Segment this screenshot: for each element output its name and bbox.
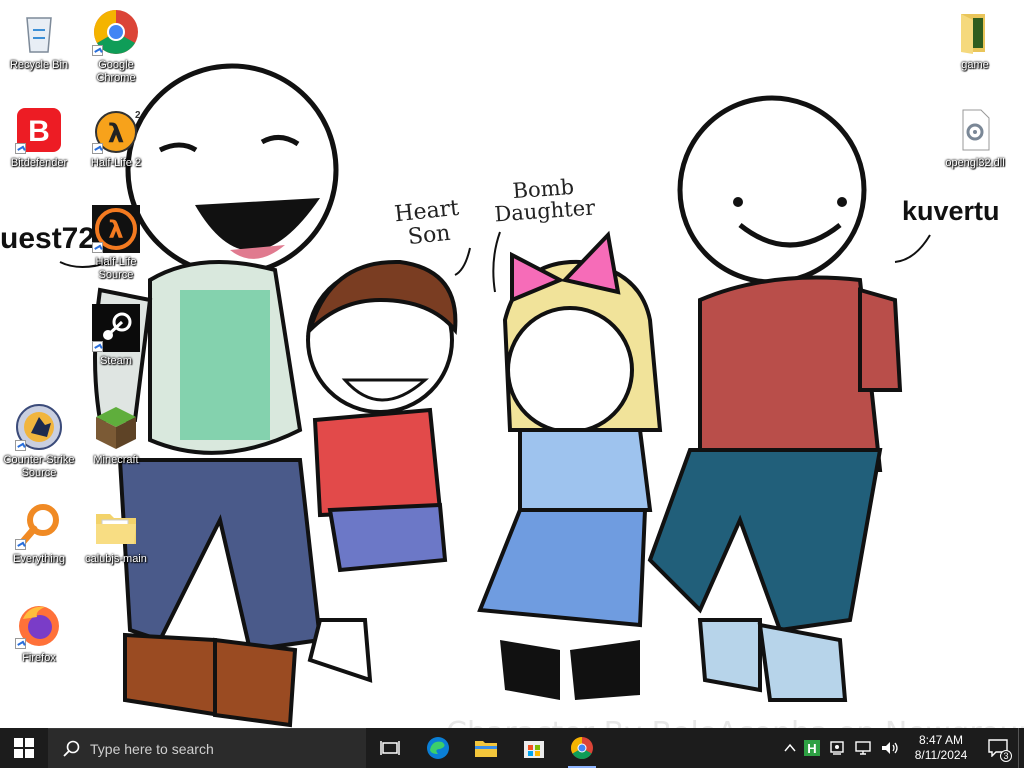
desktop-icon-label: opengl32.dll xyxy=(945,157,1005,169)
desktop-icon-game-folder[interactable]: game xyxy=(937,8,1013,72)
svg-text:λ: λ xyxy=(108,119,124,149)
action-center-button[interactable]: 3 xyxy=(978,728,1018,768)
character-bomb-daughter xyxy=(477,230,663,700)
show-desktop-button[interactable] xyxy=(1018,728,1024,768)
shortcut-arrow-icon xyxy=(15,143,26,154)
counter-strike-icon xyxy=(15,403,63,451)
shortcut-arrow-icon xyxy=(92,341,103,352)
system-tray: H 8:47 AM 8/11/2024 3 xyxy=(780,728,1024,768)
desktop-icon-opengl32-dll[interactable]: opengl32.dll xyxy=(937,106,1013,170)
network-icon xyxy=(855,741,871,755)
taskbar-chrome-button[interactable] xyxy=(558,728,606,768)
folder-icon xyxy=(92,502,140,550)
desktop-icon-label: Half-Life 2 xyxy=(90,157,142,169)
folder-icon xyxy=(951,8,999,56)
search-input[interactable] xyxy=(90,740,340,757)
steam-icon xyxy=(92,304,140,352)
start-button[interactable] xyxy=(0,728,48,768)
bitdefender-icon: B xyxy=(15,106,63,154)
shortcut-arrow-icon xyxy=(15,539,26,550)
taskbar: H 8:47 AM 8/11/2024 3 xyxy=(0,728,1024,768)
store-icon xyxy=(524,741,544,758)
taskbar-store-button[interactable] xyxy=(510,728,558,768)
clock-time: 8:47 AM xyxy=(918,733,964,747)
desktop-icon-half-life-2[interactable]: λ2 Half-Life 2 xyxy=(78,106,154,170)
wallpaper-label-bomb-daughter: Bomb Daughter xyxy=(493,174,596,227)
desktop-icon-bitdefender[interactable]: B Bitdefender xyxy=(1,106,77,170)
wallpaper-label-kuvertu: kuvertu xyxy=(902,196,1000,226)
windows-logo-icon xyxy=(14,738,34,758)
taskbar-file-explorer-button[interactable] xyxy=(462,728,510,768)
desktop-icon-everything[interactable]: Everything xyxy=(1,502,77,566)
green-h-app-icon: H xyxy=(804,740,820,756)
desktop-icon-google-chrome[interactable]: Google Chrome xyxy=(78,8,154,85)
recycle-bin-icon xyxy=(15,8,63,56)
chrome-icon xyxy=(571,737,593,759)
dll-file-icon xyxy=(951,106,999,154)
desktop-icon-steam[interactable]: Steam xyxy=(78,304,154,368)
desktop-icon-counter-strike-source[interactable]: Counter-Strike Source xyxy=(1,403,77,480)
half-life-source-icon: λ xyxy=(92,205,140,253)
shortcut-arrow-icon xyxy=(92,143,103,154)
search-icon xyxy=(63,740,80,757)
volume-button[interactable] xyxy=(876,728,904,768)
shortcut-arrow-icon xyxy=(92,242,103,253)
show-hidden-icons-button[interactable] xyxy=(780,728,800,768)
taskbar-clock[interactable]: 8:47 AM 8/11/2024 xyxy=(904,733,978,763)
taskbar-edge-button[interactable] xyxy=(414,728,462,768)
chrome-icon xyxy=(92,8,140,56)
half-life-2-icon: λ2 xyxy=(92,106,141,154)
desktop-icon-calubjs-main[interactable]: calubjs-main xyxy=(78,502,154,566)
desktop-icon-label: calubjs-main xyxy=(85,553,147,565)
desktop-icon-label: Everything xyxy=(13,553,65,565)
desktop-icon-firefox[interactable]: Firefox xyxy=(1,601,77,665)
desktop-icon-label: Recycle Bin xyxy=(9,59,69,71)
wallpaper-label-heart-son: Heart Son xyxy=(393,195,461,251)
svg-text:λ: λ xyxy=(108,216,123,244)
chevron-up-icon xyxy=(784,743,796,752)
character-heart-son xyxy=(305,259,458,683)
network-button[interactable] xyxy=(850,728,876,768)
desktop-icon-label: Bitdefender xyxy=(10,157,68,169)
desktop-icon-label: Steam xyxy=(100,355,132,367)
shortcut-arrow-icon xyxy=(92,45,103,56)
desktop-icon-label: game xyxy=(961,59,989,71)
desktop-icon-minecraft[interactable]: Minecraft xyxy=(78,403,154,467)
desktop-icon-half-life-source[interactable]: λ Half-Life Source xyxy=(78,205,154,282)
svg-text:H: H xyxy=(807,741,816,756)
desktop-icon-label: Half-Life Source xyxy=(95,256,137,281)
firefox-icon xyxy=(15,601,63,649)
desktop-icon-label: Minecraft xyxy=(93,454,139,466)
tray-device-button[interactable] xyxy=(824,728,850,768)
shortcut-arrow-icon xyxy=(15,440,26,451)
file-explorer-icon xyxy=(475,741,497,757)
desktop-icon-label: Counter-Strike Source xyxy=(3,454,75,479)
task-view-button[interactable] xyxy=(366,728,414,768)
tray-app-button[interactable]: H xyxy=(800,728,824,768)
notification-count-badge: 3 xyxy=(1000,750,1012,762)
everything-icon xyxy=(15,502,63,550)
minecraft-icon xyxy=(92,403,140,451)
device-icon xyxy=(830,741,844,755)
clock-date: 8/11/2024 xyxy=(914,748,968,762)
character-dad-right xyxy=(647,95,903,702)
svg-text:B: B xyxy=(28,115,50,148)
shortcut-arrow-icon xyxy=(15,638,26,649)
desktop-icon-recycle-bin[interactable]: Recycle Bin xyxy=(1,8,77,72)
taskbar-search-box[interactable] xyxy=(48,728,366,768)
task-view-icon xyxy=(380,741,400,755)
desktop-icon-label: Firefox xyxy=(22,652,56,664)
svg-text:2: 2 xyxy=(135,110,140,121)
volume-icon xyxy=(882,742,898,754)
edge-icon xyxy=(427,737,449,759)
desktop-icon-label: Google Chrome xyxy=(96,59,136,84)
